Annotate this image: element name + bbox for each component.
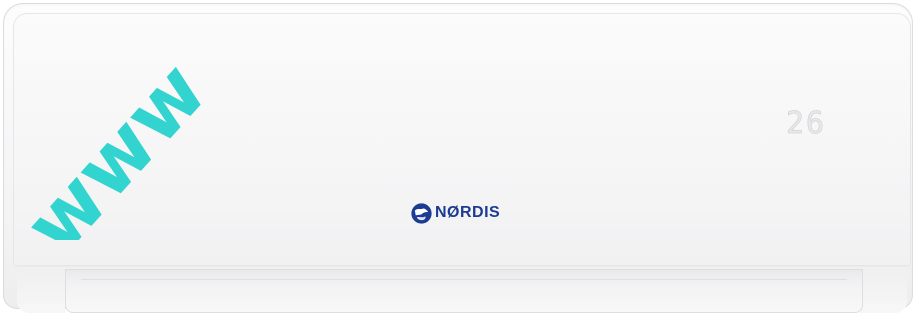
globe-logo-icon [411,202,432,224]
product-photo: 26 NØRDIS www [0,0,918,316]
right-side-base [859,269,907,313]
louver-seam [81,279,847,280]
left-side-base [17,269,65,313]
panel-edge [17,265,907,268]
brand-name: NØRDIS [435,204,501,221]
watermark: www [0,0,260,240]
brand-logo-group: NØRDIS [411,201,500,225]
air-louver [65,269,863,313]
watermark-text: www [6,44,225,240]
temperature-display: 26 [785,106,827,142]
